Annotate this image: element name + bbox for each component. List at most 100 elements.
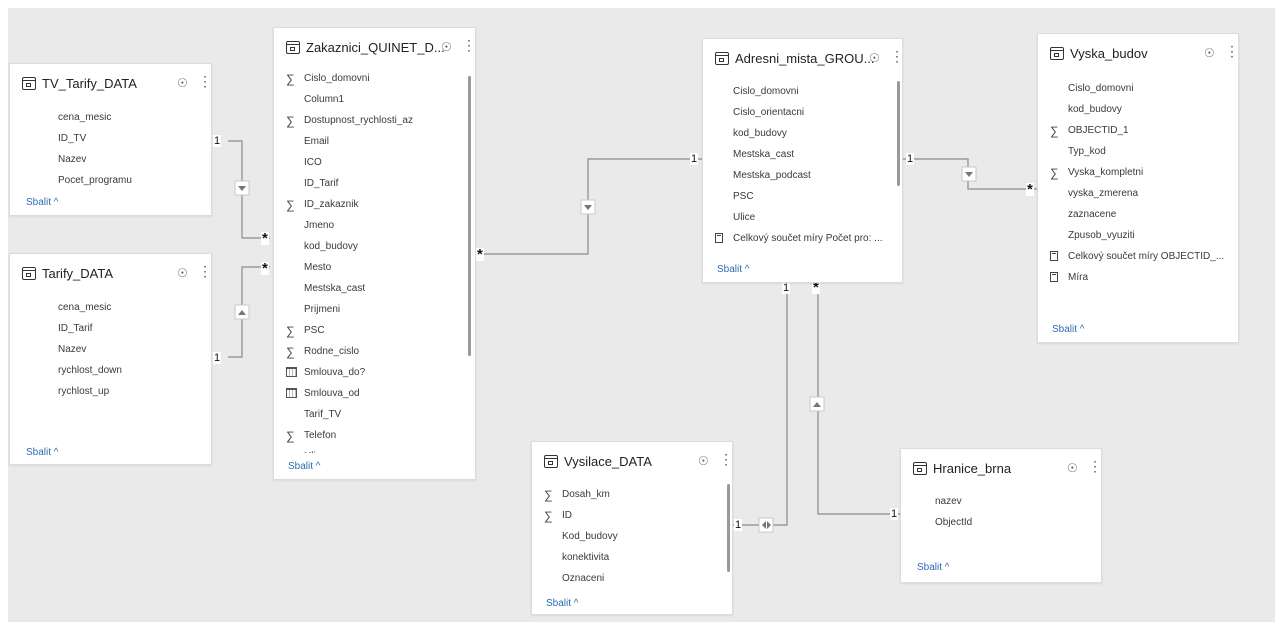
field-row[interactable]: Mesto	[286, 257, 475, 278]
field-row[interactable]: Smlouva_do?	[286, 362, 475, 383]
table-card-hranice-brna[interactable]: Hranice_brna ☉ ⋮ nazev ObjectId Sbalit ^	[900, 448, 1102, 583]
field-row[interactable]: Ulice	[286, 446, 475, 453]
field-row[interactable]: Zpusob_vyuziti	[1050, 225, 1238, 246]
field-row[interactable]: Typ_kod	[1050, 141, 1238, 162]
scrollbar[interactable]	[468, 76, 471, 356]
table-card-vysilace[interactable]: Vysilace_DATA ☉ ⋮ ∑ Dosah_km ∑ ID Kod_budovy…	[531, 441, 733, 615]
field-row[interactable]: kod_budovy	[715, 123, 902, 144]
table-card-adresni-mista[interactable]: Adresni_mista_GROU... ☉ ⋮ Cislo_domovni C…	[702, 38, 903, 283]
collapse-button[interactable]: Sbalit ^	[26, 447, 59, 458]
relationship-line[interactable]	[732, 283, 788, 526]
table-card-tv-tarify[interactable]: TV_Tarify_DATA ☉ ⋮ cena_mesic ID_TV Nazev P…	[9, 63, 212, 216]
field-row[interactable]: Prijmeni	[286, 299, 475, 320]
field-row[interactable]: Celkový součet míry OBJECTID_...	[1050, 246, 1238, 267]
field-row[interactable]: Nazev	[40, 149, 211, 170]
table-card-tarify[interactable]: Tarify_DATA ☉ ⋮ cena_mesic ID_Tarif Nazev r…	[9, 253, 212, 465]
field-row[interactable]: cena_mesic	[40, 107, 211, 128]
field-label: Prijmeni	[304, 304, 341, 315]
field-row[interactable]: rychlost_up	[40, 381, 211, 402]
table-icon	[286, 40, 300, 54]
field-row[interactable]: Cislo_domovni	[1050, 78, 1238, 99]
field-row[interactable]: Cislo_orientacni	[715, 102, 902, 123]
eye-icon[interactable]: ☉	[1067, 461, 1078, 475]
field-row[interactable]: Mestska_cast	[286, 278, 475, 299]
field-row[interactable]: Cislo_domovni	[715, 81, 902, 102]
field-row[interactable]: Oznaceni	[544, 568, 732, 589]
eye-icon[interactable]: ☉	[177, 76, 188, 90]
field-row[interactable]: Ulice	[715, 207, 902, 228]
field-row[interactable]: ID_Tarif	[40, 318, 211, 339]
field-row[interactable]: Tarif_TV	[286, 404, 475, 425]
field-row[interactable]: ∑ Dostupnost_rychlosti_az	[286, 110, 475, 131]
relationship-line[interactable]	[817, 283, 900, 515]
more-options-icon[interactable]: ⋮	[198, 73, 211, 90]
field-row[interactable]: Smlouva_od	[286, 383, 475, 404]
more-options-icon[interactable]: ⋮	[1088, 458, 1101, 475]
eye-icon[interactable]: ☉	[177, 266, 188, 280]
field-row[interactable]: cena_mesic	[40, 297, 211, 318]
field-row[interactable]: konektivita	[544, 547, 732, 568]
field-row[interactable]: Column1	[286, 89, 475, 110]
scrollbar[interactable]	[897, 81, 900, 186]
field-label: vyska_zmerena	[1068, 188, 1139, 199]
field-label: Column1	[304, 94, 345, 105]
field-row[interactable]: kod_budovy	[286, 236, 475, 257]
field-row[interactable]: ∑ Dosah_km	[544, 484, 732, 505]
field-row[interactable]: PSC	[715, 186, 902, 207]
table-card-vyska-budov[interactable]: Vyska_budov ☉ ⋮ Cislo_domovni kod_budovy ∑…	[1037, 33, 1239, 343]
field-row[interactable]: zaznacene	[1050, 204, 1238, 225]
field-row[interactable]: Celkový součet míry Počet pro: ...	[715, 228, 902, 249]
field-row[interactable]: ObjectId	[917, 512, 1101, 533]
field-row[interactable]: ∑ PSC	[286, 320, 475, 341]
eye-icon[interactable]: ☉	[698, 454, 709, 468]
more-options-icon[interactable]: ⋮	[890, 48, 902, 65]
collapse-button[interactable]: Sbalit ^	[288, 461, 321, 472]
more-options-icon[interactable]: ⋮	[198, 263, 211, 280]
field-row[interactable]: Email	[286, 131, 475, 152]
field-row[interactable]: rychlost_down	[40, 360, 211, 381]
field-label: Smlouva_do?	[304, 367, 366, 378]
field-label: OBJECTID_1	[1068, 125, 1129, 136]
field-label: Smlouva_od	[304, 388, 360, 399]
field-label: PSC	[733, 191, 754, 202]
field-row[interactable]: ∑ Vyska_kompletni	[1050, 162, 1238, 183]
field-row[interactable]: Mestska_cast	[715, 144, 902, 165]
field-row[interactable]: ID_TV	[40, 128, 211, 149]
field-row[interactable]: nazev	[917, 491, 1101, 512]
field-row[interactable]: ∑ ID	[544, 505, 732, 526]
field-row[interactable]: Jmeno	[286, 215, 475, 236]
field-row[interactable]: ∑ Rodne_cislo	[286, 341, 475, 362]
field-label: Kod_budovy	[562, 531, 618, 542]
field-label: Nazev	[58, 154, 87, 165]
eye-icon[interactable]: ☉	[1204, 46, 1215, 60]
model-canvas: 1 * * 1 * 1 1 * 1 * 1 1 TV_Tarify_DATA ☉…	[0, 0, 1275, 622]
field-row[interactable]: Pocet_programu	[40, 170, 211, 191]
field-row[interactable]: Kod_budovy	[544, 526, 732, 547]
cardinality-one: 1	[213, 135, 222, 147]
collapse-button[interactable]: Sbalit ^	[546, 598, 579, 609]
field-row[interactable]: kod_budovy	[1050, 99, 1238, 120]
field-row[interactable]: ∑ ID_zakaznik	[286, 194, 475, 215]
field-row[interactable]	[715, 249, 902, 253]
field-row[interactable]: ∑ Telefon	[286, 425, 475, 446]
collapse-button[interactable]: Sbalit ^	[917, 562, 950, 573]
field-row[interactable]: ICO	[286, 152, 475, 173]
eye-icon[interactable]: ☉	[869, 51, 880, 65]
collapse-button[interactable]: Sbalit ^	[26, 197, 59, 208]
field-row[interactable]: ID_Tarif	[286, 173, 475, 194]
more-options-icon[interactable]: ⋮	[462, 37, 475, 54]
table-card-zakaznici[interactable]: Zakaznici_QUINET_D... ☉ ⋮ ∑ Cislo_domovni…	[273, 27, 476, 480]
field-list: Cislo_domovni kod_budovy ∑ OBJECTID_1 Typ_ko…	[1038, 78, 1238, 288]
field-row[interactable]: Nazev	[40, 339, 211, 360]
eye-icon[interactable]: ☉	[441, 40, 452, 54]
scrollbar[interactable]	[727, 484, 730, 572]
field-row[interactable]: vyska_zmerena	[1050, 183, 1238, 204]
field-row[interactable]: Míra	[1050, 267, 1238, 288]
collapse-button[interactable]: Sbalit ^	[717, 264, 750, 275]
more-options-icon[interactable]: ⋮	[719, 451, 732, 468]
field-row[interactable]: ∑ OBJECTID_1	[1050, 120, 1238, 141]
collapse-button[interactable]: Sbalit ^	[1052, 324, 1085, 335]
more-options-icon[interactable]: ⋮	[1225, 43, 1238, 60]
field-row[interactable]: Mestska_podcast	[715, 165, 902, 186]
field-row[interactable]: ∑ Cislo_domovni	[286, 68, 475, 89]
